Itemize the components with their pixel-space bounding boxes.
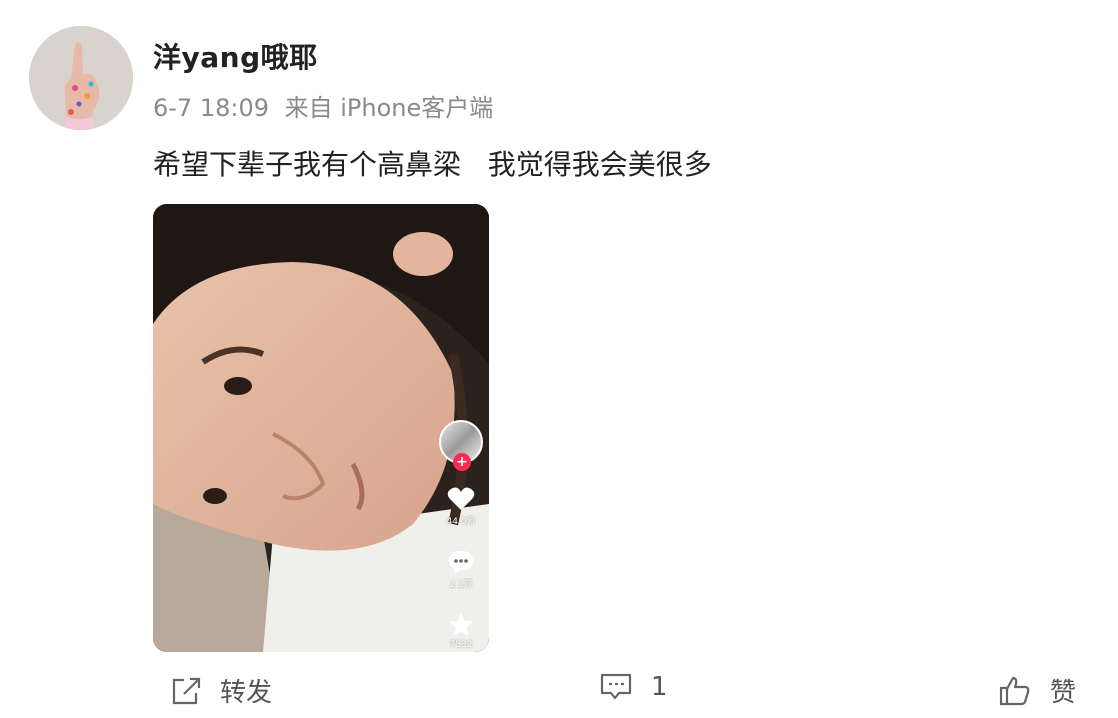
video-like-count: 44.0万 xyxy=(446,517,476,527)
thumbs-up-icon xyxy=(999,676,1030,705)
username[interactable]: 洋yang哦耶 xyxy=(153,36,318,76)
comment-icon xyxy=(600,673,632,700)
video-side-actions: + 44.0万 2.1万 7532 xyxy=(439,420,483,650)
repost-button[interactable]: 转发 xyxy=(170,672,272,709)
video-comment-button[interactable]: 2.1万 xyxy=(447,549,475,590)
avatar[interactable] xyxy=(29,26,133,130)
post-image[interactable]: + 44.0万 2.1万 7532 xyxy=(153,204,489,652)
creator-avatar[interactable]: + xyxy=(439,420,483,471)
star-icon xyxy=(449,613,473,636)
post-source: 来自 iPhone客户端 xyxy=(284,94,494,122)
comment-count: 1 xyxy=(651,672,668,702)
repost-icon xyxy=(172,677,201,704)
like-button[interactable]: 赞 xyxy=(998,672,1076,709)
post-text: 希望下辈子我有个高鼻梁 我觉得我会美很多 xyxy=(153,148,712,181)
video-favorite-count: 7532 xyxy=(449,640,473,650)
comment-bubble-icon xyxy=(449,551,473,574)
comment-button[interactable]: 1 xyxy=(599,672,668,702)
video-favorite-button[interactable]: 7532 xyxy=(447,612,475,650)
post-action-bar: 转发 1 赞 xyxy=(0,668,1118,718)
video-like-button[interactable]: 44.0万 xyxy=(446,486,476,527)
repost-label: 转发 xyxy=(220,678,273,708)
heart-icon xyxy=(447,487,475,510)
video-comment-count: 2.1万 xyxy=(449,580,473,590)
post-time: 6-7 18:09 xyxy=(153,94,269,122)
follow-button[interactable]: + xyxy=(453,453,471,471)
post-meta: 6-7 18:09 来自 iPhone客户端 xyxy=(153,88,501,123)
like-label: 赞 xyxy=(1050,678,1077,708)
avatar-image xyxy=(29,26,133,130)
